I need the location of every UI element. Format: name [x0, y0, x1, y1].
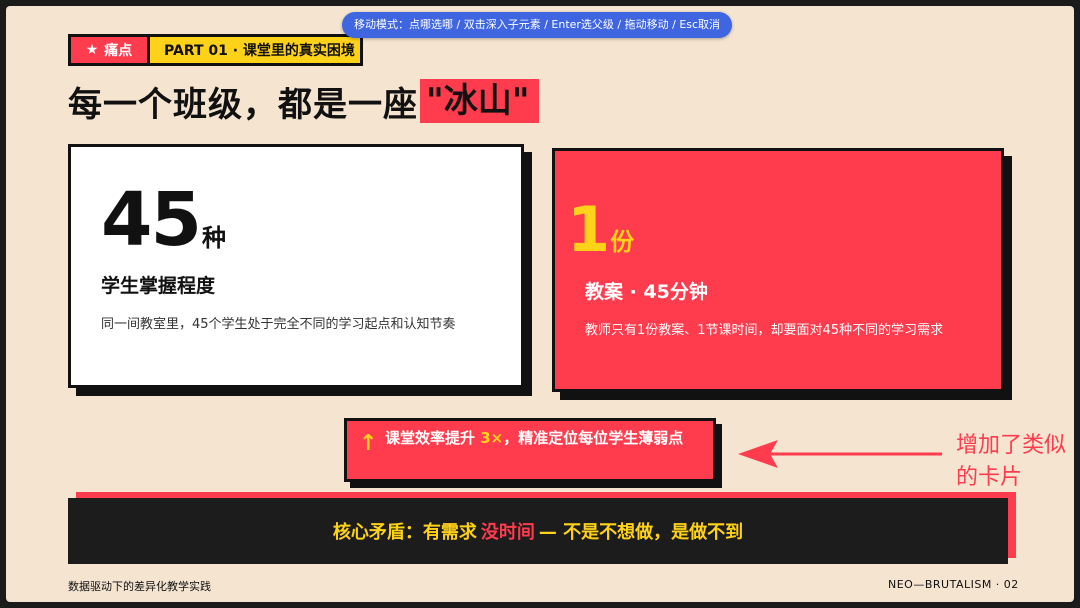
stat-card-students[interactable]: 45 种 学生掌握程度 同一间教室里，45个学生处于完全不同的学习起点和认知节奏 [68, 144, 524, 388]
banner-part3: — 不是不想做，是做不到 [538, 522, 744, 543]
pain-tag[interactable]: ★ 痛点 [68, 34, 150, 66]
star-icon: ★ [85, 42, 99, 58]
stat-title: 学生掌握程度 [101, 275, 216, 297]
stat-number-group: 45 种 [101, 183, 226, 257]
banner-part1: 核心矛盾：有需求 [332, 522, 477, 543]
stat-title: 教案 · 45分钟 [585, 281, 708, 303]
stat-unit: 种 [201, 224, 226, 252]
headline-main: 每一个班级，都是一座 [68, 84, 418, 125]
callout-text: 课堂效率提升 3×，精准定位每位学生薄弱点 [385, 427, 683, 450]
stat-number-group: 1 份 [567, 199, 634, 261]
stat-number: 1 [567, 193, 610, 266]
pain-tag-label: 痛点 [104, 43, 133, 59]
part-tag[interactable]: PART 01 · 课堂里的真实困境 [150, 34, 363, 66]
annotation-note: 增加了类似的卡片 [956, 433, 1067, 490]
footer-title: 数据驱动下的差异化教学实践 [68, 580, 211, 593]
banner-part2: 没时间 [480, 522, 535, 543]
core-conflict-banner[interactable]: 核心矛盾：有需求 没时间 — 不是不想做，是做不到 [68, 498, 1008, 564]
footer-page-label: NEO—BRUTALISM · 02 [888, 578, 1019, 591]
stat-description: 教师只有1份教案、1节课时间，却要面对45种不同的学习需求 [585, 323, 944, 338]
headline-highlight: "冰山" [420, 79, 540, 123]
move-mode-hint-bar: 移动模式：点哪选哪 / 双击深入子元素 / Enter选父级 / 拖动移动 / … [342, 12, 733, 38]
part-tag-label: PART 01 · 课堂里的真实困境 [164, 43, 355, 59]
slide[interactable]: ★ 痛点 PART 01 · 课堂里的真实困境 每一个班级，都是一座 "冰山" … [6, 6, 1074, 602]
callout-text-after: ，精准定位每位学生薄弱点 [503, 429, 684, 447]
stat-unit: 份 [610, 228, 635, 256]
arrow-up-icon: ↑ [359, 431, 378, 456]
stat-card-lesson-plan[interactable]: 1 份 教案 · 45分钟 教师只有1份教案、1节课时间，却要面对45种不同的学… [552, 148, 1004, 392]
stat-number: 45 [101, 177, 202, 263]
efficiency-callout-card[interactable]: ↑ 课堂效率提升 3×，精准定位每位学生薄弱点 [344, 418, 716, 482]
stat-description: 同一间教室里，45个学生处于完全不同的学习起点和认知节奏 [101, 317, 456, 332]
callout-text-before: 课堂效率提升 [385, 429, 481, 447]
headline[interactable]: 每一个班级，都是一座 "冰山" [68, 79, 540, 125]
annotation-arrow-icon [738, 440, 942, 468]
callout-highlight: 3× [480, 429, 504, 447]
